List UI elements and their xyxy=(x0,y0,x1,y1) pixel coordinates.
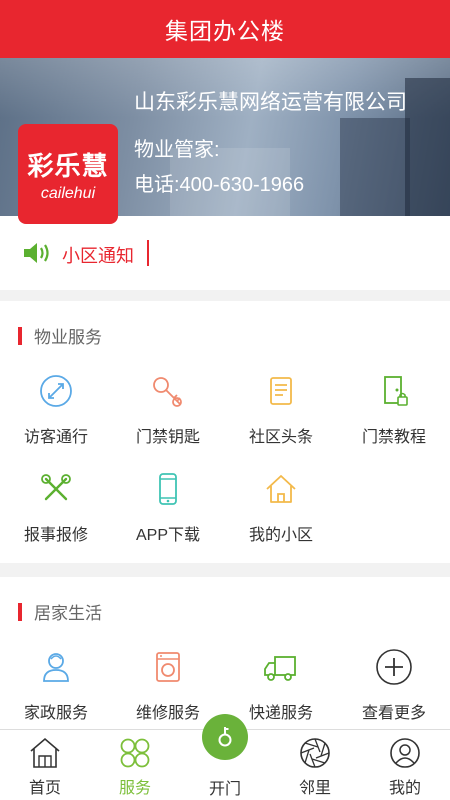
service-visitor-pass[interactable]: 访客通行 xyxy=(0,371,112,447)
key-icon xyxy=(153,377,182,407)
notice-label: 小区通知 xyxy=(62,246,134,266)
news-icon xyxy=(270,377,292,405)
property-manager: 物业管家: xyxy=(134,139,220,161)
top-bar: 集团办公楼 xyxy=(0,0,450,58)
service-app-download[interactable]: APP下载 xyxy=(112,469,224,545)
tab-home[interactable]: 首页 xyxy=(0,730,90,800)
service-community-news[interactable]: 社区头条 xyxy=(225,371,337,447)
community-notice[interactable]: 小区通知 xyxy=(0,216,450,290)
life-housekeeping[interactable]: 家政服务 xyxy=(0,647,112,723)
section-header: 居家生活 xyxy=(18,599,102,624)
repair-tools-icon xyxy=(41,474,71,501)
tab-neighbors[interactable]: 邻里 xyxy=(270,730,360,800)
door-tutorial-icon xyxy=(384,376,408,406)
tab-services[interactable]: 服务 xyxy=(90,730,180,800)
speaker-icon xyxy=(24,243,49,263)
open-door-label: 开门 xyxy=(208,781,241,798)
service-my-community[interactable]: 我的小区 xyxy=(225,469,337,545)
property-services-section: 物业服务 访客通行 门禁钥匙 社区头条 门禁教程 报事报修 APP下载 我的小区 xyxy=(0,301,450,563)
life-repair-service[interactable]: 维修服务 xyxy=(112,647,224,723)
service-repair[interactable]: 报事报修 xyxy=(0,469,112,545)
visitor-pass-icon xyxy=(40,375,72,407)
housekeeping-icon xyxy=(43,653,69,682)
life-view-more[interactable]: 查看更多 xyxy=(338,647,450,723)
company-name: 山东彩乐慧网络运营有限公司 xyxy=(134,91,407,114)
section-title: 物业服务 xyxy=(34,328,102,347)
home-building-icon xyxy=(30,737,60,768)
life-delivery[interactable]: 快递服务 xyxy=(225,647,337,723)
delivery-truck-icon xyxy=(264,656,296,681)
section-header: 物业服务 xyxy=(18,323,102,348)
profile-icon xyxy=(390,738,420,768)
company-logo: 彩乐慧 cailehui xyxy=(18,124,118,224)
key-icon xyxy=(218,727,232,747)
tab-mine[interactable]: 我的 xyxy=(360,730,450,800)
service-door-key[interactable]: 门禁钥匙 xyxy=(112,371,224,447)
plus-circle-icon xyxy=(376,649,412,685)
services-grid-icon xyxy=(120,738,150,768)
aperture-icon xyxy=(300,738,330,768)
phone-download-icon xyxy=(159,473,177,505)
washing-machine-icon xyxy=(156,652,180,682)
home-life-section: 居家生活 家政服务 维修服务 快递服务 查看更多 xyxy=(0,577,450,729)
home-icon xyxy=(266,475,296,503)
open-door-button[interactable] xyxy=(202,714,248,760)
service-door-tutorial[interactable]: 门禁教程 xyxy=(338,371,450,447)
property-phone[interactable]: 电话:400-630-1966 xyxy=(134,168,304,197)
section-title: 居家生活 xyxy=(34,604,102,623)
page-title: 集团办公楼 xyxy=(165,18,285,44)
notice-cursor xyxy=(147,240,149,266)
